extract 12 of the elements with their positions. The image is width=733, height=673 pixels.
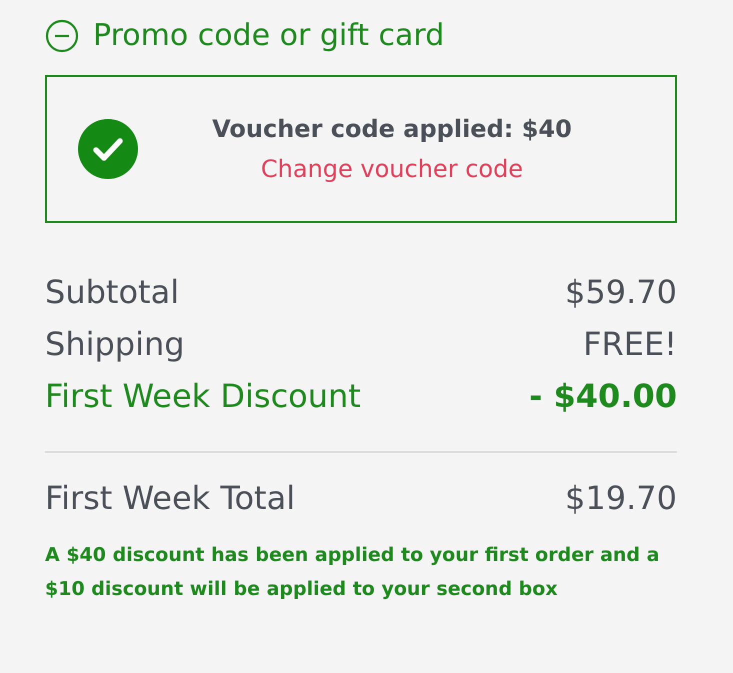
summary-value: $59.70: [565, 273, 677, 312]
summary-label: First Week Discount: [45, 377, 361, 416]
summary-value: - $40.00: [529, 377, 677, 416]
change-voucher-link[interactable]: Change voucher code: [260, 155, 524, 183]
discount-note: A $40 discount has been applied to your first order and a $10 discount will be applied to your second box: [45, 543, 660, 602]
total-value: $19.70: [565, 479, 677, 518]
total-label: First Week Total: [45, 479, 296, 518]
summary-label: Shipping: [45, 325, 185, 364]
summary-label: Subtotal: [45, 273, 180, 312]
promo-toggle[interactable]: Promo code or gift card: [45, 18, 444, 53]
summary-value: FREE!: [583, 325, 677, 364]
voucher-message: Voucher code applied: $40: [212, 115, 572, 143]
